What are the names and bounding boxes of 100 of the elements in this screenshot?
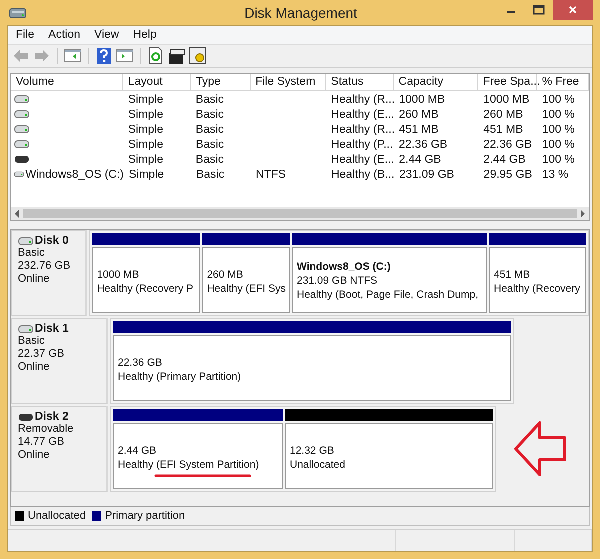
column-header[interactable]: Capacity bbox=[394, 74, 478, 90]
gear-icon[interactable] bbox=[189, 47, 207, 65]
menu-item[interactable]: Help bbox=[133, 29, 157, 41]
partition-block[interactable]: 2.44 GB Healthy (EFI System Partition) bbox=[113, 423, 283, 489]
drive-icon bbox=[14, 95, 30, 104]
partition-block[interactable]: 451 MB Healthy (Recovery bbox=[489, 247, 586, 313]
partition-block[interactable]: 22.36 GB Healthy (Primary Partition) bbox=[113, 335, 511, 401]
table-cell: 100 % bbox=[542, 138, 575, 150]
horizontal-scrollbar[interactable] bbox=[11, 207, 589, 220]
drive-icon bbox=[14, 140, 30, 149]
partition-status: Healthy (Boot, Page File, Crash Dump, bbox=[297, 288, 480, 302]
table-cell: Basic bbox=[196, 94, 224, 106]
drive-icon bbox=[14, 110, 30, 119]
partition-size: 1000 MB bbox=[97, 268, 140, 282]
table-cell: Basic bbox=[196, 154, 224, 166]
panel-icon[interactable] bbox=[64, 47, 82, 65]
table-cell: Healthy (R... bbox=[331, 94, 396, 106]
menu-item[interactable]: File bbox=[16, 29, 35, 41]
drive-icon bbox=[18, 324, 34, 334]
disk-size: 232.76 GB bbox=[18, 260, 72, 273]
table-cell: Basic bbox=[196, 124, 224, 136]
table-cell: NTFS bbox=[256, 168, 286, 180]
disk-size: 22.37 GB bbox=[18, 348, 66, 361]
table-cell: Simple bbox=[128, 138, 164, 150]
table-cell: Healthy (B... bbox=[331, 168, 395, 180]
table-cell: 451 MB bbox=[484, 124, 524, 136]
partition-label: Windows8_OS (C:) bbox=[297, 261, 392, 274]
table-cell: Basic bbox=[196, 138, 224, 150]
disk-info-panel[interactable]: Disk 0 Basic 232.76 GB Online bbox=[11, 230, 88, 316]
disk-size: 14.77 GB bbox=[18, 436, 66, 449]
disk-type: Removable bbox=[18, 423, 75, 436]
column-header[interactable]: File System bbox=[250, 74, 326, 90]
table-cell: 100 % bbox=[542, 94, 575, 106]
partition-size: 2.44 GB bbox=[118, 444, 158, 458]
disk-info-panel[interactable]: Disk 2 Removable 14.77 GB Online bbox=[11, 406, 108, 492]
table-cell: 13 % bbox=[542, 168, 569, 180]
partition-status: Healthy (Primary Partition) bbox=[118, 370, 242, 384]
partition-block[interactable]: 12.32 GB Unallocated bbox=[285, 423, 493, 489]
table-cell: 260 MB bbox=[399, 108, 439, 120]
table-cell: Simple bbox=[128, 154, 164, 166]
table-cell: Healthy (R... bbox=[331, 124, 396, 136]
partition-status: Healthy (Recovery bbox=[494, 282, 582, 296]
column-header[interactable]: Type bbox=[190, 74, 251, 90]
help-icon[interactable] bbox=[95, 47, 113, 65]
table-cell: Simple bbox=[128, 94, 164, 106]
legend-label: Primary partition bbox=[105, 510, 186, 522]
partition-size: 231.09 GB NTFS bbox=[297, 274, 379, 288]
table-cell: 22.36 GB bbox=[484, 138, 532, 150]
partition-size: 260 MB bbox=[207, 268, 244, 282]
table-cell: 100 % bbox=[542, 124, 575, 136]
close-icon bbox=[568, 5, 578, 15]
disk-type: Basic bbox=[18, 335, 46, 348]
disk-status: Online bbox=[18, 273, 51, 286]
window-title: Disk Management bbox=[244, 4, 358, 20]
column-header[interactable]: Free Spa... bbox=[478, 74, 538, 90]
disk-status: Online bbox=[18, 361, 51, 374]
table-cell: Healthy (E... bbox=[331, 108, 394, 120]
legend-label: Unallocated bbox=[28, 510, 86, 522]
panel-icon[interactable] bbox=[116, 47, 134, 65]
disk-info-panel[interactable]: Disk 1 Basic 22.37 GB Online bbox=[11, 318, 108, 404]
menu-item[interactable]: Action bbox=[48, 29, 80, 41]
partition-size: 12.32 GB bbox=[290, 444, 336, 458]
table-cell: Simple bbox=[129, 168, 164, 180]
table-cell: 100 % bbox=[542, 108, 575, 120]
column-header[interactable]: Status bbox=[326, 74, 394, 90]
disk-name: Disk 1 bbox=[35, 323, 69, 335]
close-button[interactable] bbox=[553, 0, 593, 20]
table-cell: 22.36 GB bbox=[399, 138, 448, 150]
menu-item[interactable]: View bbox=[94, 29, 120, 41]
removable-drive-icon bbox=[14, 155, 30, 164]
disk-name: Disk 2 bbox=[35, 411, 69, 423]
table-cell: 100 % bbox=[542, 154, 575, 166]
scroll-right-icon[interactable] bbox=[579, 208, 587, 218]
partition-block[interactable]: 1000 MB Healthy (Recovery P bbox=[92, 247, 200, 313]
table-cell: Simple bbox=[128, 108, 164, 120]
table-cell: Windows8_OS (C:) bbox=[26, 168, 124, 180]
drive-icon bbox=[14, 125, 30, 134]
column-header[interactable]: % Free bbox=[537, 74, 589, 90]
table-cell: Basic bbox=[196, 168, 225, 180]
disk-type: Basic bbox=[18, 247, 46, 260]
partition-block[interactable]: Windows8_OS (C:) 231.09 GB NTFS Healthy (Boot, Page File, Crash Dump, bbox=[292, 247, 487, 313]
disk-status: Online bbox=[18, 449, 51, 462]
table-cell: Basic bbox=[196, 108, 224, 120]
table-cell: 1000 MB bbox=[484, 94, 530, 106]
removable-drive-icon bbox=[18, 412, 34, 422]
table-cell: Healthy (E... bbox=[331, 154, 394, 166]
refresh-icon[interactable] bbox=[147, 47, 165, 65]
partition-status: Healthy (EFI System Partition) bbox=[118, 458, 260, 472]
table-cell: Simple bbox=[128, 124, 164, 136]
scroll-left-icon[interactable] bbox=[13, 208, 21, 218]
maximize-icon bbox=[533, 5, 545, 15]
table-cell: 260 MB bbox=[484, 108, 524, 120]
partition-status: Healthy (Recovery P bbox=[97, 282, 195, 296]
drive-icon bbox=[14, 170, 25, 179]
table-cell: 451 MB bbox=[399, 124, 439, 136]
partition-block[interactable]: 260 MB Healthy (EFI Sys bbox=[202, 247, 290, 313]
disk-name: Disk 0 bbox=[35, 235, 69, 247]
column-header[interactable]: Volume bbox=[11, 74, 124, 90]
table-cell: Healthy (P... bbox=[331, 138, 394, 150]
column-header[interactable]: Layout bbox=[123, 74, 191, 90]
